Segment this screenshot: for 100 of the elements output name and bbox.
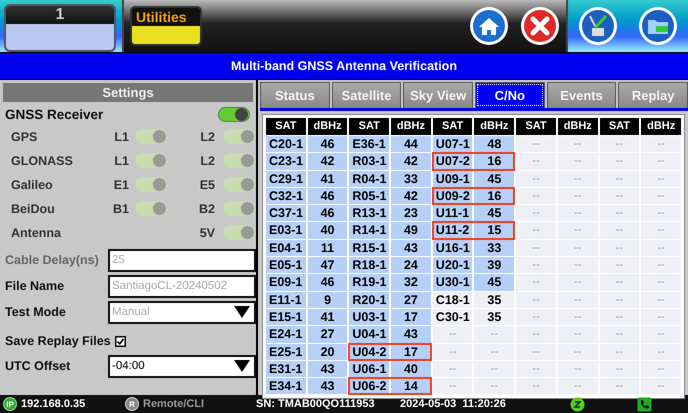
table-cell: -- xyxy=(516,170,556,187)
column-header: SAT xyxy=(349,118,390,135)
column-header: SAT xyxy=(516,118,556,135)
table-cell: -- xyxy=(516,240,556,256)
column-header: dBHz xyxy=(641,118,681,135)
table-cell: -- xyxy=(516,326,556,343)
band-label: 5V xyxy=(198,226,216,240)
table-cell: 27 xyxy=(391,292,431,308)
table-cell: 17 xyxy=(391,344,431,360)
toggle-switch[interactable] xyxy=(218,107,250,122)
table-cell: -- xyxy=(600,222,640,239)
field-label: Save Replay Files xyxy=(5,334,111,348)
table-cell: 42 xyxy=(308,153,348,170)
table-cell: 14 xyxy=(391,378,431,394)
table-cell: 27 xyxy=(308,326,348,343)
table-cell: -- xyxy=(516,153,556,170)
table-cell: -- xyxy=(474,326,514,343)
panel-header: Settings xyxy=(3,83,253,102)
dropdown-field[interactable]: -04:00 xyxy=(108,354,256,378)
table-cell: 24 xyxy=(391,257,431,274)
table-cell: 41 xyxy=(308,170,348,187)
table-cell: -- xyxy=(474,360,514,378)
table-cell: 11 xyxy=(308,240,348,256)
table-cell: -- xyxy=(600,308,640,326)
table-cell: -- xyxy=(516,188,556,204)
dropdown-arrow-icon xyxy=(233,359,251,373)
table-cell: -- xyxy=(558,360,598,378)
constellation-label: Antenna xyxy=(11,226,62,240)
table-cell: -- xyxy=(516,222,556,239)
table-cell: -- xyxy=(558,308,598,326)
table-cell: U03-1 xyxy=(349,308,390,326)
table-cell: U09-2 xyxy=(432,188,472,204)
table-cell: -- xyxy=(558,240,598,256)
table-cell: -- xyxy=(641,257,681,274)
table-cell: -- xyxy=(432,378,472,394)
table-cell: -- xyxy=(641,326,681,343)
table-cell: -- xyxy=(558,378,598,394)
constellation-label: GLONASS xyxy=(11,154,74,168)
table-cell: E09-1 xyxy=(266,274,306,291)
table-cell: -- xyxy=(600,188,640,204)
table-cell: R19-1 xyxy=(349,274,390,291)
table-cell: 46 xyxy=(308,274,348,291)
table-cell: E03-1 xyxy=(266,222,306,239)
table-cell: U07-2 xyxy=(432,153,472,170)
table-cell: -- xyxy=(600,326,640,343)
home-icon[interactable] xyxy=(469,6,509,46)
utilities-tab[interactable]: Utilities xyxy=(130,6,202,46)
table-cell: 35 xyxy=(474,308,514,326)
table-cell: -- xyxy=(516,378,556,394)
table-cell: -- xyxy=(641,136,681,152)
column-header: dBHz xyxy=(474,118,514,135)
table-cell: R04-1 xyxy=(349,170,390,187)
table-cell: -- xyxy=(600,240,640,256)
table-cell: -- xyxy=(600,274,640,291)
table-cell: 43 xyxy=(391,326,431,343)
table-cell: C29-1 xyxy=(266,170,306,187)
table-cell: C23-1 xyxy=(266,153,306,170)
table-cell: 42 xyxy=(391,153,431,170)
table-cell: 35 xyxy=(474,292,514,308)
table-cell: 42 xyxy=(391,188,431,204)
table-cell: -- xyxy=(641,344,681,360)
table-cell: -- xyxy=(600,153,640,170)
table-cell: -- xyxy=(432,326,472,343)
table-cell: 43 xyxy=(308,378,348,394)
table-cell: -- xyxy=(516,292,556,308)
table-cell: -- xyxy=(558,188,598,204)
checkbox[interactable] xyxy=(114,336,126,346)
tab[interactable]: C/No xyxy=(475,82,545,108)
band-label: L2 xyxy=(199,130,216,144)
tab[interactable]: Replay xyxy=(618,82,688,108)
remote-status: Remote/CLI xyxy=(143,398,206,410)
table-cell: 40 xyxy=(391,360,431,378)
table-cell: U20-1 xyxy=(432,257,472,274)
table-cell: 41 xyxy=(308,308,348,326)
table-cell: 39 xyxy=(474,257,514,274)
table-cell: -- xyxy=(558,326,598,343)
channel-tile[interactable]: 1 xyxy=(4,4,116,52)
tab[interactable]: Sky View xyxy=(403,82,474,108)
band-label: E5 xyxy=(198,178,216,192)
folder-icon[interactable] xyxy=(638,6,678,46)
band-label: L1 xyxy=(113,154,130,168)
table-cell: U11-2 xyxy=(432,222,472,239)
table-cell: -- xyxy=(432,344,472,360)
tab[interactable]: Satellite xyxy=(332,82,402,108)
tab[interactable]: Status xyxy=(260,82,330,108)
band-label: L2 xyxy=(199,154,216,168)
table-cell: -- xyxy=(516,205,556,222)
table-cell: U07-1 xyxy=(432,136,472,152)
serial-number: SN: TMAB00QO111953 xyxy=(256,398,376,410)
table-cell: U04-1 xyxy=(349,326,390,343)
table-cell: 45 xyxy=(474,170,514,187)
column-header: dBHz xyxy=(308,118,348,135)
table-cell: 32 xyxy=(391,274,431,291)
table-cell: C32-1 xyxy=(266,188,306,204)
table-cell: -- xyxy=(600,344,640,360)
close-icon[interactable] xyxy=(520,6,560,46)
tab[interactable]: Events xyxy=(546,82,616,108)
table-cell: C18-1 xyxy=(432,292,472,308)
table-cell: -- xyxy=(516,136,556,152)
table-cell: -- xyxy=(474,344,514,360)
